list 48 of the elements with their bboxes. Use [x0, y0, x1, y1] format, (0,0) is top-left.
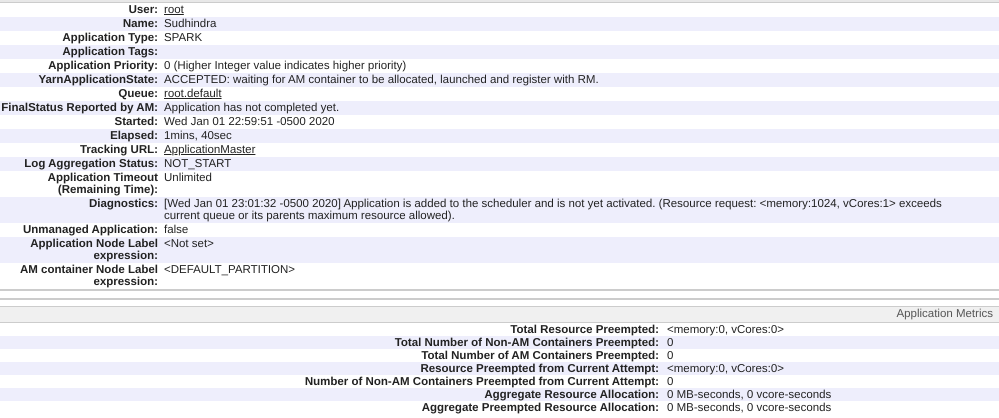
metric-value: <memory:0, vCores:0> — [667, 362, 784, 374]
field-value: NOT_START — [164, 158, 232, 170]
field-value: <Not set> — [164, 238, 215, 252]
value-link[interactable]: root.default — [164, 88, 222, 100]
field-label: Queue: — [117, 88, 159, 100]
field-label: Application Tags: — [61, 46, 159, 58]
field-label: Started: — [114, 116, 159, 128]
field-value: 0 (Higher Integer value indicates higher priority) — [164, 60, 408, 72]
field-label: YarnApplicationState: — [38, 74, 159, 86]
field-label: Name: — [122, 18, 159, 30]
field-label: Application Timeout (Remaining Time): — [46, 172, 159, 196]
metric-label: Resource Preempted from Current Attempt: — [419, 362, 660, 374]
field-value: Wed Jan 01 22:59:51 -0500 2020 — [164, 116, 336, 128]
metric-label: Number of Non-AM Containers Preempted from Current Attempt: — [304, 376, 660, 388]
metric-label: Aggregate Preempted Resource Allocation: — [420, 402, 660, 414]
field-label: Unmanaged Application: — [22, 224, 159, 236]
value-link[interactable]: ApplicationMaster — [164, 144, 256, 156]
field-label: Elapsed: — [109, 130, 159, 142]
metric-value: 0 MB-seconds, 0 vcore-seconds — [667, 402, 832, 414]
field-value: Unlimited — [164, 172, 213, 186]
field-value: Application has not completed yet. — [164, 102, 340, 114]
field-label: Diagnostics: — [88, 198, 159, 212]
field-label: Application Priority: — [47, 60, 159, 72]
field-value: false — [164, 224, 190, 236]
field-label: AM container Node Label expression: — [18, 264, 159, 288]
metric-value: 0 — [667, 336, 674, 348]
metric-label: Total Number of AM Containers Preempted: — [420, 350, 660, 362]
field-label: User: — [128, 4, 159, 16]
metric-label: Total Number of Non-AM Containers Preempted: — [394, 336, 660, 348]
field-value: SPARK — [164, 32, 204, 44]
field-label: Log Aggregation Status: — [23, 158, 159, 170]
metric-value: 0 — [667, 376, 674, 388]
field-label: Tracking URL: — [79, 144, 159, 156]
metric-label: Aggregate Resource Allocation: — [483, 388, 660, 400]
field-label: Application Node Label expression: — [29, 238, 159, 262]
field-value: Sudhindra — [164, 18, 218, 30]
metric-value: 0 — [667, 350, 674, 362]
field-value: ACCEPTED: waiting for AM container to be allocated, launched and register with RM. — [164, 74, 600, 86]
value-link[interactable]: root — [164, 4, 184, 16]
field-value: 1mins, 40sec — [164, 130, 233, 142]
field-label: FinalStatus Reported by AM: — [0, 102, 159, 114]
metric-value: <memory:0, vCores:0> — [667, 324, 784, 336]
field-value: <DEFAULT_PARTITION> — [164, 264, 296, 278]
section-header: Application Metrics — [0, 306, 999, 323]
metric-label: Total Resource Preempted: — [509, 324, 660, 336]
metric-value: 0 MB-seconds, 0 vcore-seconds — [667, 388, 832, 400]
field-label: Application Type: — [61, 32, 159, 44]
field-value: [Wed Jan 01 23:01:32 -0500 2020] Application is added to the scheduler and is not yet activated. (Resource request: <memory:1024, vCores:1> exceeds current queue or its parents maximum resource allowed). — [164, 198, 943, 222]
